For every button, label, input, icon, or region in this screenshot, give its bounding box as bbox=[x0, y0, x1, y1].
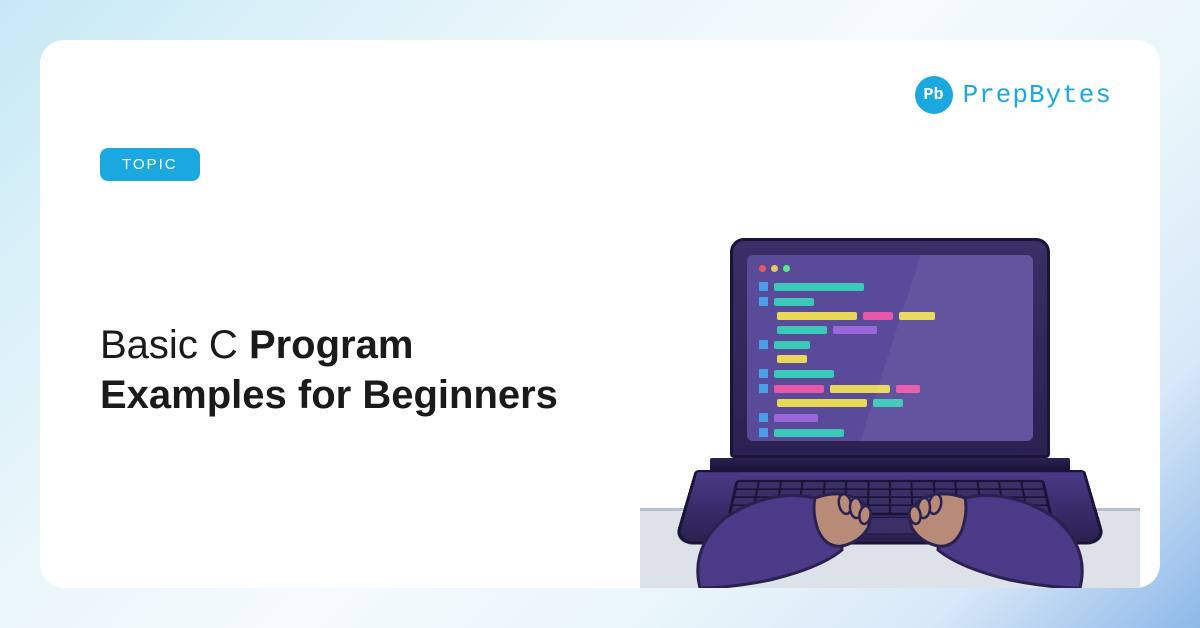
logo-badge: Pb bbox=[915, 76, 953, 114]
laptop-base bbox=[673, 470, 1107, 544]
content-card: Pb PrepBytes TOPIC Basic C Program Examp… bbox=[40, 40, 1160, 588]
topic-badge: TOPIC bbox=[100, 148, 200, 181]
title-bold-part2: Examples for Beginners bbox=[100, 370, 558, 420]
minimize-dot-icon bbox=[771, 265, 778, 272]
close-dot-icon bbox=[759, 265, 766, 272]
maximize-dot-icon bbox=[783, 265, 790, 272]
trackpad bbox=[841, 517, 940, 534]
title-light-part: Basic C bbox=[100, 323, 249, 367]
title-bold-part1: Program bbox=[249, 323, 414, 367]
laptop-screen bbox=[747, 255, 1033, 441]
logo-text: PrepBytes bbox=[963, 80, 1112, 110]
keyboard bbox=[728, 480, 1053, 515]
laptop-illustration bbox=[660, 188, 1120, 588]
page-title: Basic C Program Examples for Beginners bbox=[100, 320, 558, 420]
laptop-screen-bezel bbox=[730, 238, 1050, 458]
brand-logo: Pb PrepBytes bbox=[915, 76, 1112, 114]
laptop bbox=[710, 238, 1070, 560]
laptop-hinge bbox=[710, 458, 1070, 470]
